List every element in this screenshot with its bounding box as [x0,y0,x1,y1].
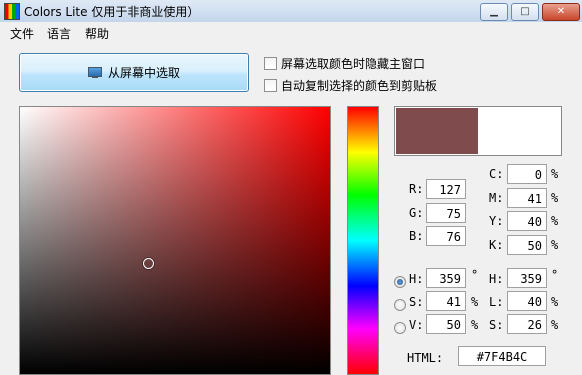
k-label: K: [489,238,504,252]
hls-l-field[interactable]: 40 [507,291,547,311]
title-bar: Colors Lite 仅用于非商业使用） ▁ □ ✕ [0,0,582,23]
hide-window-label: 屏幕选取颜色时隐藏主窗口 [281,57,426,71]
menu-language[interactable]: 语言 [47,25,71,42]
menu-bar: 文件 语言 帮助 [0,22,582,42]
y-field[interactable]: 40 [507,211,547,231]
g-label: G: [409,206,424,220]
pick-from-screen-button[interactable]: 从屏幕中选取 [19,53,249,92]
hsv-v-label: V: [409,318,424,332]
hls-l-label: L: [489,295,504,309]
y-label: Y: [489,214,504,228]
k-unit: % [551,238,559,252]
close-button[interactable]: ✕ [542,3,580,21]
current-color-swatch [396,108,478,154]
color-preview [394,106,562,156]
m-field[interactable]: 41 [507,188,547,208]
hsv-hue-radio[interactable] [394,276,406,288]
auto-copy-checkbox[interactable] [264,79,277,92]
hsv-v-unit: % [471,318,479,332]
hsv-value-radio[interactable] [394,322,406,334]
g-field[interactable]: 75 [426,203,466,223]
hsv-saturation-radio[interactable] [394,299,406,311]
m-label: M: [489,191,504,205]
k-field[interactable]: 50 [507,235,547,255]
hsv-h-unit: ° [471,268,479,282]
html-label: HTML: [407,351,444,365]
hsv-s-field[interactable]: 41 [426,291,466,311]
hls-h-label: H: [489,272,504,286]
hsv-h-field[interactable]: 359 [426,268,466,288]
hls-h-unit: ° [551,268,559,282]
m-unit: % [551,191,559,205]
hls-s-unit: % [551,318,559,332]
hls-h-field[interactable]: 359 [507,268,547,288]
auto-copy-option[interactable]: 自动复制选择的颜色到剪贴板 [264,77,437,94]
previous-color-swatch [479,108,560,154]
minimize-button[interactable]: ▁ [480,3,508,21]
window-title: Colors Lite 仅用于非商业使用） [24,5,200,19]
hue-slider[interactable] [347,106,379,375]
hide-window-option[interactable]: 屏幕选取颜色时隐藏主窗口 [264,55,425,72]
picker-cursor[interactable] [143,258,154,269]
hls-s-label: S: [489,318,504,332]
app-icon [4,3,20,20]
hsv-v-field[interactable]: 50 [426,314,466,334]
b-label: B: [409,229,424,243]
html-color-field[interactable]: #7F4B4C [458,346,546,366]
monitor-icon [87,67,102,78]
hsv-h-label: H: [409,272,424,286]
hls-l-unit: % [551,295,559,309]
r-label: R: [409,182,424,196]
saturation-value-picker[interactable] [19,106,331,375]
c-unit: % [551,167,559,181]
c-field[interactable]: 0 [507,164,547,184]
hsv-s-label: S: [409,295,424,309]
r-field[interactable]: 127 [426,179,466,199]
b-field[interactable]: 76 [426,226,466,246]
maximize-button[interactable]: □ [511,3,539,21]
pick-button-label: 从屏幕中选取 [107,66,180,80]
hsv-s-unit: % [471,295,479,309]
menu-help[interactable]: 帮助 [85,25,109,42]
hide-window-checkbox[interactable] [264,57,277,70]
hls-s-field[interactable]: 26 [507,314,547,334]
y-unit: % [551,214,559,228]
menu-file[interactable]: 文件 [10,25,34,42]
auto-copy-label: 自动复制选择的颜色到剪贴板 [281,79,438,93]
c-label: C: [489,167,504,181]
